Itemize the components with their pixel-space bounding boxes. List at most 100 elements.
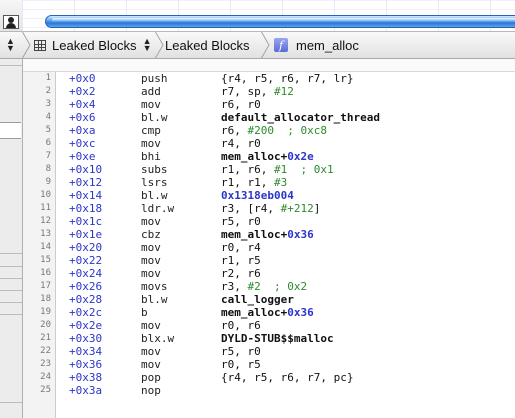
mnemonic: mov — [141, 358, 161, 371]
offset: +0x2c — [69, 306, 103, 319]
operands: r2, r6 — [221, 267, 261, 280]
operand-token: {r4, r5, r6, r7, lr} — [221, 72, 354, 85]
operands: mem_alloc+0x2e — [221, 150, 314, 163]
offset: +0x36 — [69, 358, 103, 371]
line-number: 11 — [40, 203, 51, 213]
disassembly-row[interactable]: 24 +0x38 pop {r4, r5, r6, r7, pc} — [23, 371, 515, 384]
operand-token: r0, r4 — [221, 241, 261, 254]
disassembly-row[interactable]: 8 +0x10 subs r1, r6, #1 ; 0x1 — [23, 163, 515, 176]
sidebar-divider — [0, 278, 22, 279]
line-number: 15 — [40, 255, 51, 265]
offset: +0x18 — [69, 202, 103, 215]
disassembly-view[interactable]: 1 +0x0 push {r4, r5, r6, r7, lr} 2 +0x2 add r7,… — [23, 72, 515, 418]
offset: +0x20 — [69, 241, 103, 254]
offset: +0x10 — [69, 163, 103, 176]
operand-token: r3, — [221, 280, 248, 293]
disassembly-row[interactable]: 15 +0x22 mov r1, r5 — [23, 254, 515, 267]
operands: r5, r0 — [221, 215, 261, 228]
line-number: 22 — [40, 346, 51, 356]
operands: {r4, r5, r6, r7, lr} — [221, 72, 353, 85]
disassembly-row[interactable]: 12 +0x1c mov r5, r0 — [23, 215, 515, 228]
jump-bar-item-detail-view[interactable]: Leaked Blocks — [165, 32, 250, 58]
disassembly-row[interactable]: 13 +0x1e cbz mem_alloc+0x36 — [23, 228, 515, 241]
mnemonic: mov — [141, 137, 161, 150]
operands: r1, r6, #1 ; 0x1 — [221, 163, 334, 176]
disassembly-row[interactable]: 9 +0x12 lsrs r1, r1, #3 — [23, 176, 515, 189]
operands: r7, sp, #12 — [221, 85, 294, 98]
disassembly-row[interactable]: 21 +0x30 blx.w DYLD-STUB$$malloc — [23, 332, 515, 345]
symbol-token[interactable]: call_logger — [221, 293, 294, 306]
immediate-token: #+212 — [280, 202, 314, 215]
mnemonic: movs — [141, 280, 168, 293]
line-number: 6 — [45, 138, 51, 148]
disassembly-row[interactable]: 11 +0x18 ldr.w r3, [r4, #+212] — [23, 202, 515, 215]
jump-bar-item-instrument-view[interactable]: Leaked Blocks ▲ ▼ — [34, 32, 151, 58]
address-token[interactable]: 0x1318eb004 — [221, 189, 294, 202]
offset: +0x3a — [69, 384, 103, 397]
disassembly-row[interactable]: 19 +0x2c b mem_alloc+0x36 — [23, 306, 515, 319]
symbol-token[interactable]: default_allocator_thread — [221, 111, 380, 124]
comment-token: ; 0x2 — [260, 280, 308, 293]
line-number: 2 — [45, 86, 51, 96]
disassembly-row[interactable]: 2 +0x2 add r7, sp, #12 — [23, 85, 515, 98]
mnemonic: bhi — [141, 150, 161, 163]
operand-token: r0, r5 — [221, 358, 261, 371]
operands: mem_alloc+0x36 — [221, 306, 314, 319]
disassembly-row[interactable]: 3 +0x4 mov r6, r0 — [23, 98, 515, 111]
mnemonic: cmp — [141, 124, 161, 137]
jump-bar-separator — [20, 32, 30, 58]
disassembly-row[interactable]: 4 +0x6 bl.w default_allocator_thread — [23, 111, 515, 124]
disassembly-row[interactable]: 1 +0x0 push {r4, r5, r6, r7, lr} — [23, 72, 515, 85]
up-down-arrows-icon: ▲ ▼ — [6, 36, 15, 53]
line-number: 17 — [40, 281, 51, 291]
disassembly-row[interactable]: 23 +0x36 mov r0, r5 — [23, 358, 515, 371]
operands: default_allocator_thread — [221, 111, 380, 124]
line-number: 7 — [45, 151, 51, 161]
disassembly-row[interactable]: 5 +0xa cmp r6, #200 ; 0xc8 — [23, 124, 515, 137]
disassembly-row[interactable]: 18 +0x28 bl.w call_logger — [23, 293, 515, 306]
disassembly-row[interactable]: 6 +0xc mov r4, r0 — [23, 137, 515, 150]
operands: r6, r0 — [221, 98, 261, 111]
sidebar-divider — [0, 402, 22, 403]
operand-token: r1, r6, — [221, 163, 274, 176]
symbol-token[interactable]: mem_alloc+ — [221, 306, 287, 319]
disassembly-row[interactable]: 16 +0x24 mov r2, r6 — [23, 267, 515, 280]
line-number: 23 — [40, 359, 51, 369]
symbol-token[interactable]: mem_alloc+ — [221, 228, 287, 241]
offset: +0x2e — [69, 319, 103, 332]
disassembly-row[interactable]: 7 +0xe bhi mem_alloc+0x2e — [23, 150, 515, 163]
disassembly-row[interactable]: 22 +0x34 mov r5, r0 — [23, 345, 515, 358]
offset: +0x30 — [69, 332, 103, 345]
operands: r0, r6 — [221, 319, 261, 332]
symbol-token[interactable]: DYLD-STUB$$malloc — [221, 332, 334, 345]
line-number: 18 — [40, 294, 51, 304]
nav-updown-control[interactable]: ▲ ▼ — [6, 32, 15, 58]
operands: r0, r4 — [221, 241, 261, 254]
offset: +0x38 — [69, 371, 103, 384]
sidebar-field[interactable] — [0, 122, 21, 139]
offset: +0x22 — [69, 254, 103, 267]
address-token[interactable]: 0x36 — [287, 228, 314, 241]
mnemonic: mov — [141, 254, 161, 267]
symbol-token[interactable]: mem_alloc+ — [221, 150, 287, 163]
user-icon[interactable] — [3, 15, 19, 29]
disassembly-row[interactable]: 25 +0x3a nop — [23, 384, 515, 397]
disassembly-row[interactable]: 17 +0x26 movs r3, #2 ; 0x2 — [23, 280, 515, 293]
operands: r0, r5 — [221, 358, 261, 371]
jump-bar-label: Leaked Blocks — [165, 37, 250, 53]
jump-bar-item-function[interactable]: f mem_alloc — [274, 32, 359, 58]
address-token[interactable]: 0x2e — [287, 150, 314, 163]
mnemonic: push — [141, 72, 168, 85]
operand-token: r1, r1, — [221, 176, 274, 189]
address-token[interactable]: 0x36 — [287, 306, 314, 319]
disassembly-row[interactable]: 14 +0x20 mov r0, r4 — [23, 241, 515, 254]
operand-token: r4, r0 — [221, 137, 261, 150]
line-number: 8 — [45, 164, 51, 174]
timeline-track-bar[interactable] — [45, 15, 515, 28]
mnemonic: mov — [141, 215, 161, 228]
operand-token: r5, r0 — [221, 215, 261, 228]
operands: call_logger — [221, 293, 294, 306]
disassembly-row[interactable]: 10 +0x14 bl.w 0x1318eb004 — [23, 189, 515, 202]
operands: DYLD-STUB$$malloc — [221, 332, 334, 345]
disassembly-row[interactable]: 20 +0x2e mov r0, r6 — [23, 319, 515, 332]
